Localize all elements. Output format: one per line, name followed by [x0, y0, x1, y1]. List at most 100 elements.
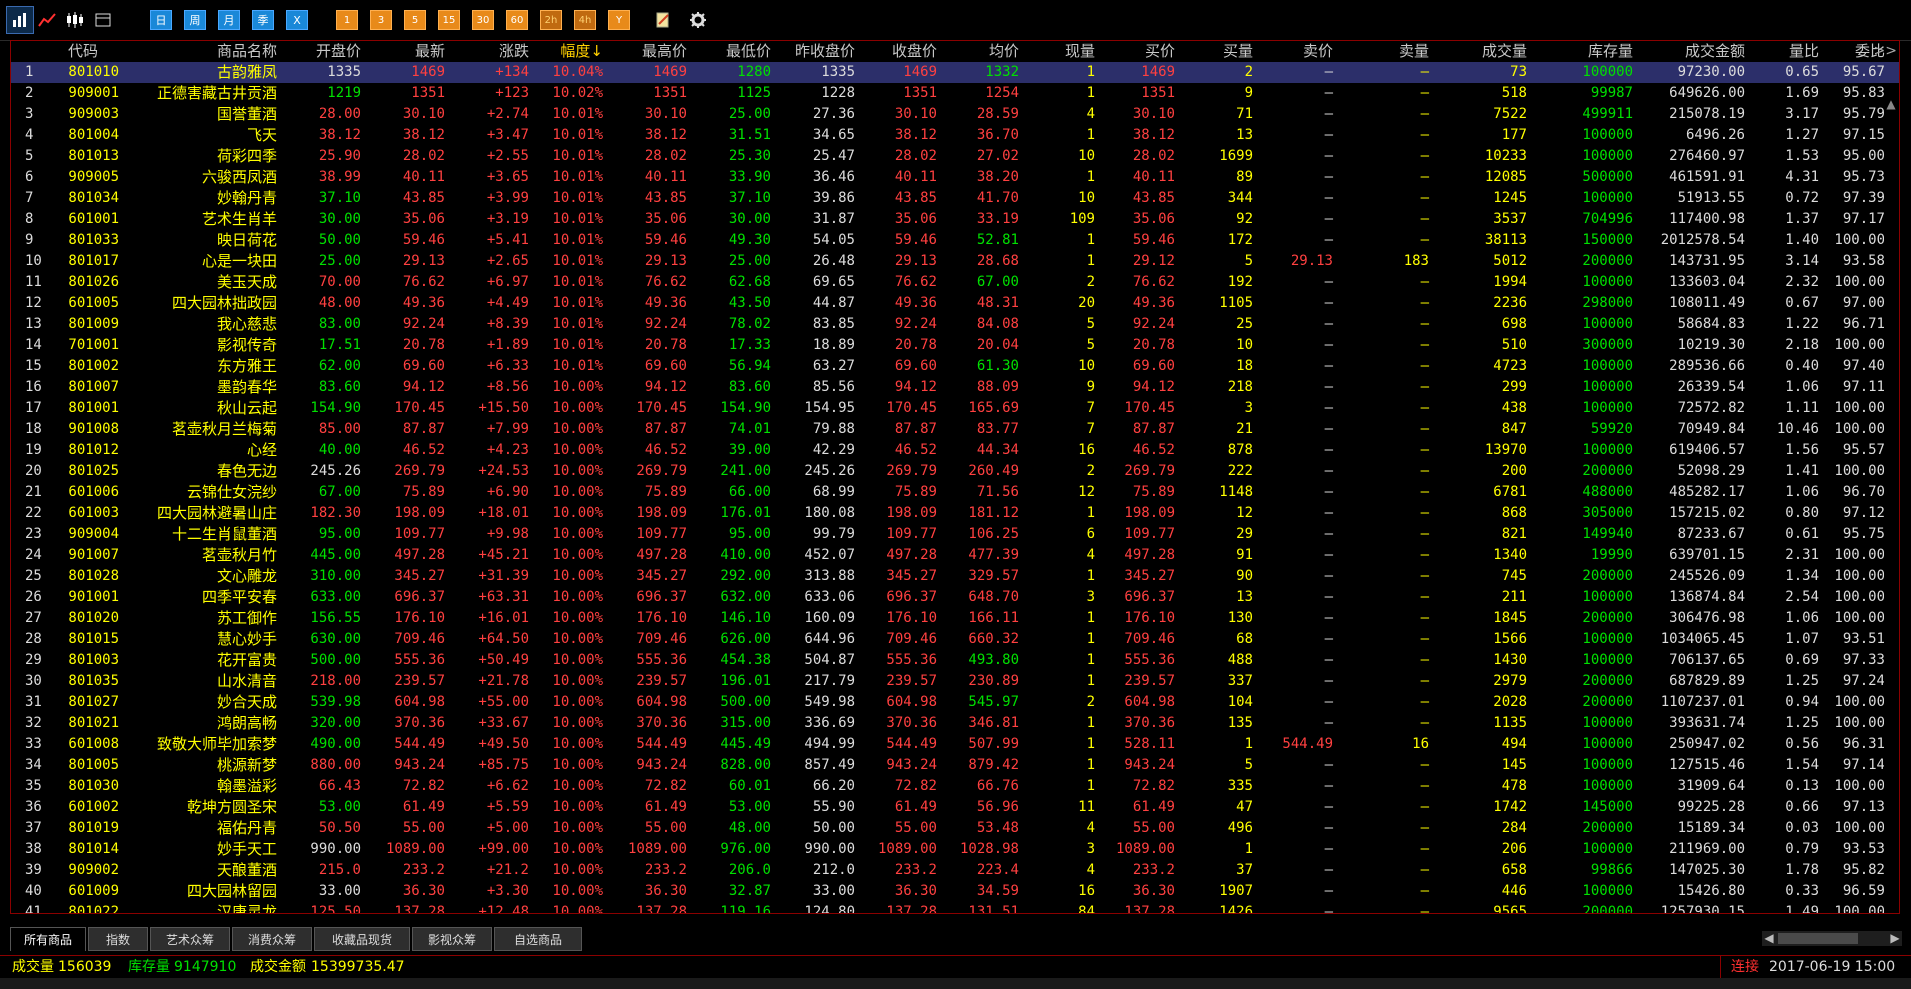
notepad-icon[interactable] — [650, 9, 676, 31]
period-button-week[interactable]: 周 — [184, 10, 206, 30]
table-row[interactable]: 27 801020 苏工御作 156.55 176.10 +16.01 10.00% 176.… — [11, 608, 1899, 629]
table-row[interactable]: 1 801010 古韵雅凤 1335 1469 +134 10.04% 1469 1280 133… — [11, 62, 1899, 83]
gear-icon[interactable] — [685, 9, 711, 31]
minute-button-30[interactable]: 30 — [472, 10, 494, 30]
tab-all-products[interactable]: 所有商品 — [10, 927, 86, 951]
header-low[interactable]: 最低价 — [689, 41, 771, 62]
header-code[interactable]: 代码 — [47, 41, 119, 62]
table-row[interactable]: 34 801005 桃源新梦 880.00 943.24 +85.75 10.00% 943.… — [11, 755, 1899, 776]
table-row[interactable]: 41 801022 汉唐灵龙 125.50 137.28 +12.48 10.00% 137.… — [11, 902, 1899, 914]
table-row[interactable]: 36 601002 乾坤方圆圣宋 53.00 61.49 +5.59 10.00% 61.49… — [11, 797, 1899, 818]
header-bid-price[interactable]: 买价 — [1097, 41, 1175, 62]
header-prev-close[interactable]: 昨收盘价 — [773, 41, 855, 62]
calendar-icon[interactable] — [90, 9, 116, 31]
table-row[interactable]: 15 801002 东方雅王 62.00 69.60 +6.33 10.01% 69.60 56… — [11, 356, 1899, 377]
header-change-percent[interactable]: 幅度↓ — [531, 41, 603, 62]
table-row[interactable]: 20 801025 春色无边 245.26 269.79 +24.53 10.00% 269.… — [11, 461, 1899, 482]
table-row[interactable]: 21 601006 云锦仕女浣纱 67.00 75.89 +6.90 10.00% 75.89… — [11, 482, 1899, 503]
table-row[interactable]: 35 801030 翰墨溢彩 66.43 72.82 +6.62 10.00% 72.82 60… — [11, 776, 1899, 797]
tab-index[interactable]: 指数 — [88, 927, 148, 951]
table-row[interactable]: 25 801028 文心雕龙 310.00 345.27 +31.39 10.00% 345.… — [11, 566, 1899, 587]
table-row[interactable]: 37 801019 福佑丹青 50.50 55.00 +5.00 10.00% 55.00 48… — [11, 818, 1899, 839]
header-product-name[interactable]: 商品名称 — [121, 41, 277, 62]
cell-prev-close: 124.80 — [804, 904, 855, 914]
table-row[interactable]: 40 601009 四大园林留园 33.00 36.30 +3.30 10.00% 36.30… — [11, 881, 1899, 902]
header-bid-qty[interactable]: 买量 — [1177, 41, 1253, 62]
header-turnover[interactable]: 成交金额 — [1635, 41, 1745, 62]
more-columns-button[interactable]: >> — [1874, 41, 1897, 62]
table-row[interactable]: 7 801034 妙翰丹青 37.10 43.85 +3.99 10.01% 43.85 37.… — [11, 188, 1899, 209]
table-row[interactable]: 5 801013 荷彩四季 25.90 28.02 +2.55 10.01% 28.02 25.… — [11, 146, 1899, 167]
tab-art-crowdfunding[interactable]: 艺术众筹 — [150, 927, 230, 951]
table-row[interactable]: 8 601001 艺术生肖羊 30.00 35.06 +3.19 10.01% 35.06 30… — [11, 209, 1899, 230]
table-row[interactable]: 18 901008 茗壶秋月兰梅菊 85.00 87.87 +7.99 10.00% 87.8… — [11, 419, 1899, 440]
scroll-up-icon[interactable]: ▲ — [1884, 97, 1898, 111]
tab-watchlist[interactable]: 自选商品 — [494, 927, 582, 951]
kline-chart-icon[interactable] — [6, 6, 34, 34]
table-row[interactable]: 38 801014 妙手天工 990.00 1089.00 +99.00 10.00% 108… — [11, 839, 1899, 860]
header-last-price[interactable]: 最新 — [363, 41, 445, 62]
year-button[interactable]: Y — [608, 10, 630, 30]
table-row[interactable]: 14 701001 影视传奇 17.51 20.78 +1.89 10.01% 20.78 17… — [11, 335, 1899, 356]
table-row[interactable]: 29 801003 花开富贵 500.00 555.36 +50.49 10.00% 555.… — [11, 650, 1899, 671]
period-button-season[interactable]: 季 — [252, 10, 274, 30]
table-row[interactable]: 24 901007 茗壶秋月竹 445.00 497.28 +45.21 10.00% 497… — [11, 545, 1899, 566]
header-current-qty[interactable]: 现量 — [1021, 41, 1095, 62]
header-ask-price[interactable]: 卖价 — [1255, 41, 1333, 62]
connection-status[interactable]: 连接 — [1731, 956, 1759, 978]
table-row[interactable]: 31 801027 妙合天成 539.98 604.98 +55.00 10.00% 604.… — [11, 692, 1899, 713]
table-row[interactable]: 10 801017 心是一块田 25.00 29.13 +2.65 10.01% 29.13 2… — [11, 251, 1899, 272]
scroll-right-icon[interactable]: ▶ — [1888, 931, 1902, 946]
table-row[interactable]: 26 901001 四季平安春 633.00 696.37 +63.31 10.00% 696… — [11, 587, 1899, 608]
cell-last-price: 109.77 — [394, 526, 445, 542]
trend-line-icon[interactable] — [34, 9, 60, 31]
header-volume-ratio[interactable]: 量比 — [1747, 41, 1819, 62]
header-ask-qty[interactable]: 卖量 — [1335, 41, 1429, 62]
table-row[interactable]: 23 909004 十二生肖鼠董酒 95.00 109.77 +9.98 10.00% 109… — [11, 524, 1899, 545]
table-row[interactable]: 19 801012 心经 40.00 46.52 +4.23 10.00% 46.52 39.0… — [11, 440, 1899, 461]
table-row[interactable]: 12 601005 四大园林拙政园 48.00 49.36 +4.49 10.01% 49.3… — [11, 293, 1899, 314]
scroll-thumb[interactable] — [1778, 933, 1858, 944]
table-row[interactable]: 28 801015 慧心妙手 630.00 709.46 +64.50 10.00% 709.… — [11, 629, 1899, 650]
header-stock[interactable]: 库存量 — [1529, 41, 1633, 62]
tab-consumer-crowdfunding[interactable]: 消费众筹 — [232, 927, 312, 951]
table-row[interactable]: 6 909005 六骏西凤酒 38.99 40.11 +3.65 10.01% 40.11 33… — [11, 167, 1899, 188]
table-row[interactable]: 33 601008 致敬大师毕加索梦 490.00 544.49 +49.50 10.00%… — [11, 734, 1899, 755]
candlestick-icon[interactable] — [62, 9, 88, 31]
period-button-day[interactable]: 日 — [150, 10, 172, 30]
table-row[interactable]: 11 801026 美玉天成 70.00 76.62 +6.97 10.01% 76.62 62… — [11, 272, 1899, 293]
period-button-x[interactable]: X — [286, 10, 308, 30]
table-row[interactable]: 22 601003 四大园林避暑山庄 182.30 198.09 +18.01 10.00%… — [11, 503, 1899, 524]
header-avg-price[interactable]: 均价 — [939, 41, 1019, 62]
table-row[interactable]: 3 909003 国誉董酒 28.00 30.10 +2.74 10.01% 30.10 25.… — [11, 104, 1899, 125]
minute-button-15[interactable]: 15 — [438, 10, 460, 30]
header-close[interactable]: 收盘价 — [857, 41, 937, 62]
horizontal-scrollbar[interactable]: ◀ ▶ — [1762, 931, 1902, 946]
scroll-left-icon[interactable]: ◀ — [1762, 931, 1776, 946]
table-row[interactable]: 39 909002 天酿董酒 215.0 233.2 +21.2 10.00% 233.2 20… — [11, 860, 1899, 881]
table-row[interactable]: 32 801021 鸿朗高畅 320.00 370.36 +33.67 10.00% 370.… — [11, 713, 1899, 734]
table-row[interactable]: 17 801001 秋山云起 154.90 170.45 +15.50 10.00% 170.… — [11, 398, 1899, 419]
minute-button-60[interactable]: 60 — [506, 10, 528, 30]
header-open-price[interactable]: 开盘价 — [279, 41, 361, 62]
minute-button-3[interactable]: 3 — [370, 10, 392, 30]
header-volume[interactable]: 成交量 — [1431, 41, 1527, 62]
tab-collectibles-spot[interactable]: 收藏品现货 — [314, 927, 410, 951]
minute-button-1[interactable]: 1 — [336, 10, 358, 30]
table-row[interactable]: 4 801004 飞天 38.12 38.12 +3.47 10.01% 38.12 31.51… — [11, 125, 1899, 146]
table-row[interactable]: 13 801009 我心慈悲 83.00 92.24 +8.39 10.01% 92.24 78… — [11, 314, 1899, 335]
tab-film-crowdfunding[interactable]: 影视众筹 — [412, 927, 492, 951]
header-change[interactable]: 涨跌 — [447, 41, 529, 62]
table-row[interactable]: 30 801035 山水清音 218.00 239.57 +21.78 10.00% 239.… — [11, 671, 1899, 692]
minute-button-4h[interactable]: 4h — [574, 10, 596, 30]
minute-button-5[interactable]: 5 — [404, 10, 426, 30]
period-button-month[interactable]: 月 — [218, 10, 240, 30]
table-row[interactable]: 16 801007 墨韵春华 83.60 94.12 +8.56 10.00% 94.12 83… — [11, 377, 1899, 398]
cell-open-price: 30.00 — [318, 211, 361, 227]
table-row[interactable]: 9 801033 映日荷花 50.00 59.46 +5.41 10.01% 59.46 49.… — [11, 230, 1899, 251]
table-header: 代码 商品名称 开盘价 最新 涨跌 幅度↓ 最高价 最低价 昨收盘价 收盘价 均价 现量 买价 买量 卖价卖… — [11, 41, 1899, 62]
vertical-scrollbar[interactable]: ▲ ▼ — [1884, 97, 1898, 913]
minute-button-2h[interactable]: 2h — [540, 10, 562, 30]
header-high[interactable]: 最高价 — [605, 41, 687, 62]
table-row[interactable]: 2 909001 正德害藏古井贡酒 1219 1351 +123 10.02% 1351 112… — [11, 83, 1899, 104]
